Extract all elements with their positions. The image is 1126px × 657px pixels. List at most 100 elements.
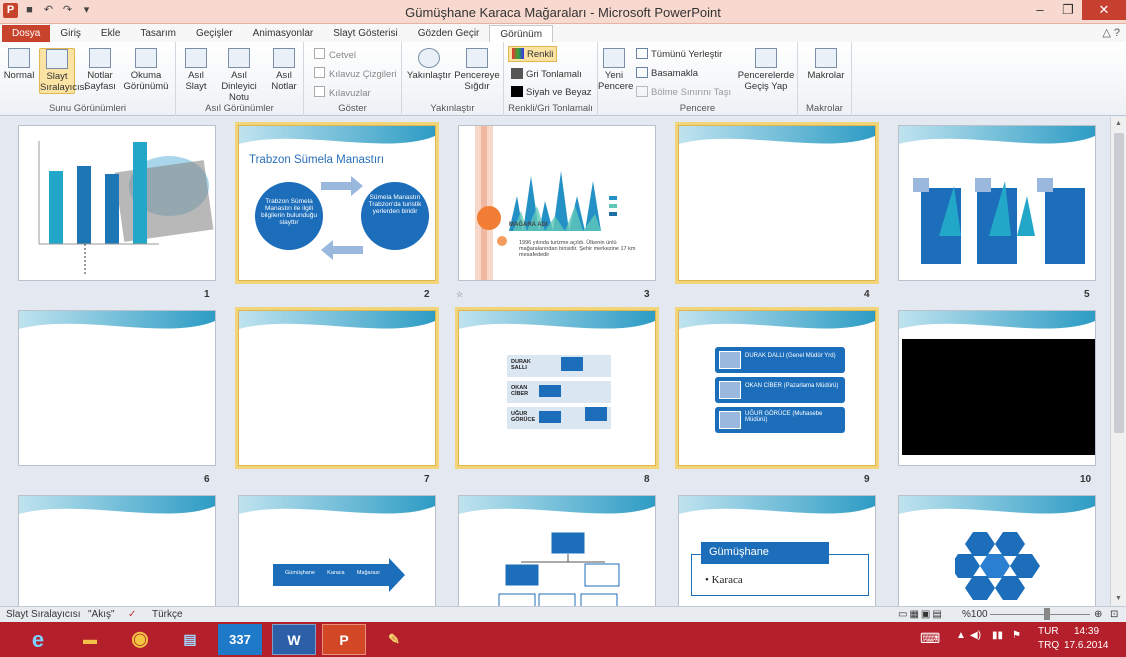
status-view: Slayt Sıralayıcısı <box>6 609 81 620</box>
slide-thumbnail[interactable] <box>898 310 1096 466</box>
slide-thumbnail[interactable] <box>675 122 879 284</box>
tab-tasarim[interactable]: Tasarım <box>130 25 186 42</box>
group-label: Göster <box>338 103 367 114</box>
tab-giris[interactable]: Giriş <box>50 25 91 42</box>
transition-star-icon[interactable]: ☆ <box>456 290 463 299</box>
arrange-all-button[interactable]: Tümünü Yerleştir <box>636 48 722 60</box>
close-button[interactable]: ✕ <box>1082 0 1126 20</box>
ribbon-tabs: Dosya Giriş Ekle Tasarım Geçişler Animas… <box>0 24 1126 42</box>
slide-thumbnail[interactable]: Gümüşhane Karaca Mağarası <box>238 495 436 606</box>
title-bar: P ■ ↶ ↷ ▾ Gümüşhane Karaca Mağaraları - … <box>0 0 1126 24</box>
tab-gozden-gecir[interactable]: Gözden Geçir <box>408 25 490 42</box>
flag-icon[interactable]: ⚑ <box>1012 630 1021 641</box>
file-explorer-icon[interactable]: ▬ <box>68 624 112 655</box>
tab-ekle[interactable]: Ekle <box>91 25 130 42</box>
minimize-button[interactable]: – <box>1026 0 1054 20</box>
circle-right: Sümela Manastırı Trabzon'da turistik yer… <box>361 182 429 250</box>
slide-number: 6 <box>204 474 210 485</box>
lang-indicator-sub[interactable]: TRQ <box>1038 640 1059 651</box>
ruler-checkbox[interactable]: Cetvel <box>314 48 356 61</box>
guides-checkbox[interactable]: Kılavuzlar <box>314 86 371 99</box>
slide-sorter-button[interactable]: Slayt Sıralayıcısı <box>39 48 87 94</box>
move-split-button[interactable]: Bölme Sınırını Taşı <box>636 86 731 98</box>
network-app-icon[interactable]: ▤ <box>168 624 212 655</box>
notes-page-button[interactable]: Notlar Sayfası <box>84 48 116 92</box>
fit-to-window-button[interactable]: Pencereye Sığdır <box>454 48 500 92</box>
ribbon: Normal Slayt Sıralayıcısı Notlar Sayfası… <box>0 42 1126 116</box>
zoom-button[interactable]: Yakınlaştır <box>406 48 452 81</box>
clock-time[interactable]: 14:39 <box>1074 626 1099 637</box>
color-button[interactable]: Renkli <box>508 46 558 62</box>
notes-master-button[interactable]: Asıl Notlar <box>268 48 300 92</box>
cascade-button[interactable]: Basamakla <box>636 67 698 79</box>
grayscale-button[interactable]: Gri Tonlamalı <box>511 68 582 80</box>
chrome-icon[interactable]: ◉ <box>118 624 162 655</box>
group-label: Makrolar <box>806 103 843 114</box>
fit-slide-icon[interactable]: ⊡ <box>1110 609 1118 620</box>
vertical-scrollbar[interactable]: ▲ ▼ <box>1110 117 1126 606</box>
internet-explorer-icon[interactable]: e <box>16 624 60 655</box>
zoom-in-icon[interactable]: ⊕ <box>1094 609 1102 620</box>
slide-master-button[interactable]: Asıl Slayt <box>180 48 212 92</box>
slide-thumbnail[interactable] <box>898 125 1096 281</box>
slide-thumbnail[interactable] <box>18 125 216 281</box>
volume-icon[interactable]: ◀) <box>970 630 981 641</box>
clock-date[interactable]: 17.6.2014 <box>1064 640 1109 651</box>
macros-button[interactable]: Makrolar <box>806 48 846 81</box>
lang-indicator[interactable]: TUR <box>1038 626 1059 637</box>
slide-sorter-pane: 1 Trabzon Sümela Manastırı Trabzon Sümel… <box>0 117 1110 606</box>
group-goster: Cetvel Kılavuz Çizgileri Kılavuzlar Göst… <box>304 42 402 116</box>
status-language[interactable]: Türkçe <box>152 609 183 620</box>
status-theme[interactable]: "Akış" <box>88 609 115 620</box>
reading-view-button[interactable]: Okuma Görünümü <box>122 48 170 92</box>
zoom-slider-thumb[interactable] <box>1044 608 1050 620</box>
slide-thumbnail[interactable] <box>18 495 216 606</box>
black-white-button[interactable]: Siyah ve Beyaz <box>511 86 591 98</box>
restore-button[interactable]: ❐ <box>1054 0 1082 20</box>
slide-thumbnail[interactable]: Trabzon Sümela Manastırı Trabzon Sümela … <box>235 122 439 284</box>
slide-thumbnail[interactable]: DURAK SALLI OKAN CİBER UĞUR GÖRÜCE <box>455 307 659 469</box>
zoom-slider[interactable] <box>990 614 1090 615</box>
slide-thumbnail[interactable] <box>18 310 216 466</box>
handout-master-button[interactable]: Asıl Dinleyici Notu <box>214 48 264 103</box>
tab-gecisler[interactable]: Geçişler <box>186 25 243 42</box>
zoom-level[interactable]: %100 <box>962 609 988 620</box>
slide-number: 2 <box>424 289 430 300</box>
tray-arrow-icon[interactable]: ▲ <box>956 630 966 641</box>
slide-thumbnail[interactable]: Gümüşhane • Karaca <box>678 495 876 606</box>
slide-thumbnail[interactable]: DURAK DALLI (Genel Müdür Yrd) OKAN CİBER… <box>675 307 879 469</box>
row-label: OKAN CİBER <box>511 385 529 397</box>
slide-number: 10 <box>1080 474 1092 485</box>
slide-thumbnail[interactable] <box>458 495 656 606</box>
gridlines-checkbox[interactable]: Kılavuz Çizgileri <box>314 67 397 80</box>
view-buttons[interactable]: ▭▦▣▤ <box>898 609 944 620</box>
group-asil-gorunumler: Asıl Slayt Asıl Dinleyici Notu Asıl Notl… <box>176 42 304 116</box>
group-makrolar: Makrolar Makrolar <box>798 42 852 116</box>
tab-gorunum[interactable]: Görünüm <box>489 25 554 42</box>
network-icon[interactable]: ▮▮ <box>992 630 1003 641</box>
help-icon[interactable]: ? <box>1114 27 1120 39</box>
keyboard-icon[interactable]: ⌨ <box>920 630 940 647</box>
paint-icon[interactable]: ✎ <box>372 624 416 655</box>
normal-view-button[interactable]: Normal <box>3 48 35 81</box>
slide-thumbnail[interactable]: MAĞARA ADI 1996 yılında turizme açıldı. … <box>458 125 656 281</box>
tab-animasyonlar[interactable]: Animasyonlar <box>243 25 324 42</box>
scroll-up-icon[interactable]: ▲ <box>1111 117 1126 131</box>
scroll-down-icon[interactable]: ▼ <box>1111 592 1126 606</box>
slide-number: 4 <box>864 289 870 300</box>
row-label: UĞUR GÖRÜCE <box>511 411 536 423</box>
window-title: Gümüşhane Karaca Mağaraları - Microsoft … <box>405 5 721 20</box>
scroll-thumb[interactable] <box>1114 133 1124 433</box>
slide-thumbnail[interactable] <box>235 307 439 469</box>
new-window-button[interactable]: Yeni Pencere <box>598 48 633 92</box>
powerpoint-icon[interactable]: P <box>322 624 366 655</box>
tab-dosya[interactable]: Dosya <box>2 25 51 42</box>
spellcheck-icon[interactable]: ✓ <box>128 609 136 620</box>
tab-slayt-gosterisi[interactable]: Slayt Gösterisi <box>323 25 407 42</box>
group-sunu-gorunumleri: Normal Slayt Sıralayıcısı Notlar Sayfası… <box>0 42 176 116</box>
slide-thumbnail[interactable] <box>898 495 1096 606</box>
word-icon[interactable]: W <box>272 624 316 655</box>
switch-windows-button[interactable]: Pencerelerde Geçiş Yap <box>736 48 796 92</box>
minimize-ribbon-icon[interactable]: △ <box>1102 27 1110 39</box>
app-337-icon[interactable]: 337 <box>218 624 262 655</box>
